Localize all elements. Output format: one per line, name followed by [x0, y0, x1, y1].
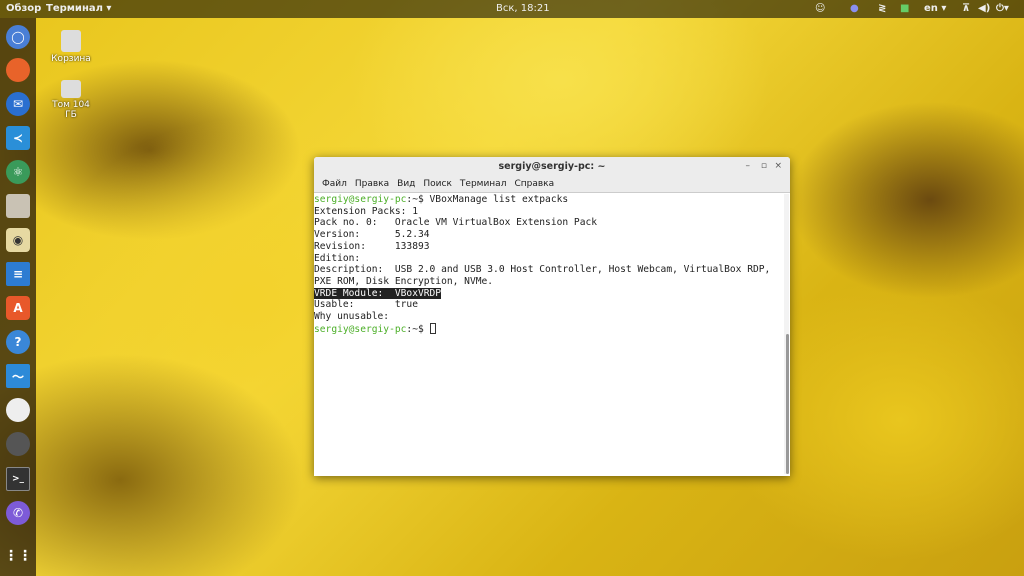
prompt-path: :~$ — [406, 194, 430, 205]
output-line: PXE ROM, Disk Encryption, NVMe. — [314, 275, 494, 287]
close-button[interactable]: × — [774, 157, 782, 176]
menu-view[interactable]: Вид — [393, 176, 419, 192]
app-menu[interactable]: Терминал ▾ — [46, 3, 111, 14]
system-monitor-icon[interactable]: 〜 — [6, 364, 30, 388]
activities-button[interactable]: Обзор — [6, 3, 41, 14]
output-line: Pack no. 0: Oracle VM VirtualBox Extensi… — [314, 217, 598, 229]
language-selector[interactable]: en ▾ — [924, 3, 946, 14]
top-bar: Обзор Терминал ▾ Вск, 18:21 ☺ ● ≷ ■ en ▾… — [0, 0, 1024, 18]
output-line: Why unusable: — [314, 311, 390, 323]
menu-bar: Файл Правка Вид Поиск Терминал Справка — [314, 176, 790, 193]
prompt-user: sergiy@sergiy-pc — [314, 323, 407, 335]
vscode-icon[interactable]: ≺ — [6, 126, 30, 150]
maximize-button[interactable]: ▫ — [761, 157, 767, 176]
power-icon[interactable]: ⏻▾ — [996, 3, 1009, 14]
check-tray-icon[interactable]: ■ — [900, 3, 909, 14]
minimize-button[interactable]: – — [746, 157, 751, 176]
egg-icon[interactable] — [6, 398, 30, 422]
terminal-icon[interactable]: >_ — [6, 467, 30, 491]
rhythmbox-icon[interactable]: ◉ — [6, 228, 30, 252]
trash-label: Корзина — [51, 54, 91, 64]
output-line: Edition: — [314, 252, 361, 264]
output-line: Usable: true — [314, 299, 418, 311]
selected-line: VRDE Module: VBoxVRDP — [314, 287, 442, 299]
prompt-user: sergiy@sergiy-pc — [314, 194, 407, 205]
files-icon[interactable] — [6, 194, 30, 218]
drive-icon — [61, 80, 81, 98]
network-icon[interactable]: ⊼ — [962, 3, 970, 14]
volume-label: Том 104 ГБ — [52, 100, 90, 120]
menu-file[interactable]: Файл — [318, 176, 351, 192]
command: VBoxManage list extpacks — [429, 194, 569, 205]
output-line: Version: 5.2.34 — [314, 229, 430, 241]
atom-icon[interactable]: ⚛ — [6, 160, 30, 184]
scrollbar[interactable] — [784, 194, 789, 474]
cursor — [429, 322, 436, 334]
scrollbar-thumb[interactable] — [786, 334, 789, 474]
writer-icon[interactable]: ≡ — [6, 262, 30, 286]
output-line: Description: USB 2.0 and USB 3.0 Host Co… — [314, 264, 771, 276]
dock: ◯ ✉ ≺ ⚛ ◉ ≡ A ? 〜 >_ ✆ ⋮⋮ — [0, 18, 36, 576]
clock[interactable]: Вск, 18:21 — [496, 3, 550, 14]
prompt-path: :~$ — [406, 323, 430, 335]
desktop-volume[interactable]: Том 104 ГБ — [46, 80, 96, 120]
chromium-icon[interactable]: ◯ — [6, 25, 30, 49]
window-title: sergiy@sergiy-pc: ~ — [498, 161, 606, 172]
terminal-output[interactable]: sergiy@sergiy-pc:~$ VBoxManage list extp… — [314, 193, 790, 335]
gimp-icon[interactable] — [6, 432, 30, 456]
viber-icon[interactable]: ✆ — [6, 501, 30, 525]
output-line: Revision: 133893 — [314, 240, 430, 252]
output-line: Extension Packs: 1 — [314, 205, 418, 217]
terminal-window: sergiy@sergiy-pc: ~ – ▫ × Файл Правка Ви… — [314, 157, 790, 476]
menu-edit[interactable]: Правка — [351, 176, 393, 192]
accessibility-icon[interactable]: ☺ — [815, 3, 825, 14]
menu-search[interactable]: Поиск — [419, 176, 456, 192]
help-icon[interactable]: ? — [6, 330, 30, 354]
tray-icon[interactable]: ≷ — [878, 3, 886, 14]
show-apps-icon[interactable]: ⋮⋮ — [4, 544, 32, 568]
menu-help[interactable]: Справка — [510, 176, 558, 192]
firefox-icon[interactable] — [6, 58, 30, 82]
desktop-trash[interactable]: Корзина — [46, 30, 96, 64]
software-icon[interactable]: A — [6, 296, 30, 320]
trash-icon — [61, 30, 81, 52]
window-titlebar[interactable]: sergiy@sergiy-pc: ~ – ▫ × — [314, 157, 790, 176]
viber-tray-icon[interactable]: ● — [850, 3, 859, 14]
volume-icon[interactable]: ◀) — [978, 3, 990, 14]
menu-terminal[interactable]: Терминал — [456, 176, 511, 192]
thunderbird-icon[interactable]: ✉ — [6, 92, 30, 116]
